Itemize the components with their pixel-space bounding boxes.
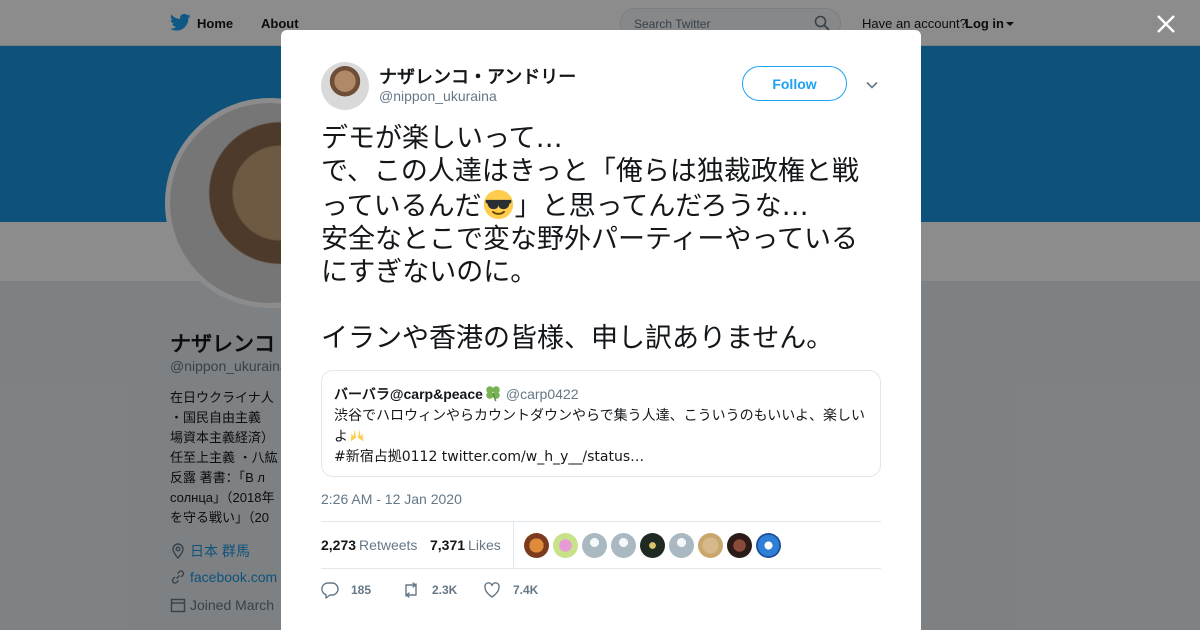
tweet-line: イランや香港の皆様、申し訳ありません。 (321, 323, 834, 354)
quoted-text: 渋谷でハロウィンやらカウントダウンやらで集う人達、こういうのもいいよ、楽しい よ… (334, 406, 869, 467)
like-icon (484, 582, 500, 598)
quoted-author-name: バーバラ@carp&peace (334, 386, 483, 402)
tweet-line: にすぎないのに。 (321, 257, 538, 288)
tweet-line: 安全なとこで変な野外パーティーやっている (321, 224, 859, 255)
tweet-line: で、この人達はきっと「俺らは独裁政権と戦 (321, 156, 859, 187)
author-name[interactable]: ナザレンコ・アンドリー (379, 63, 576, 89)
retweets-count: 2,273 (321, 537, 357, 553)
reply-count: 185 (351, 583, 372, 597)
tweet-line-gap (321, 289, 891, 322)
author-avatar[interactable] (321, 62, 369, 110)
liker-avatar[interactable] (524, 533, 549, 558)
likes-stat[interactable]: 7,371 Likes (430, 537, 501, 553)
quoted-tweet[interactable]: バーバラ@carp&peace @carp0422 渋谷でハロウィンやらカウントダ… (321, 370, 881, 477)
like-count: 7.4K (513, 583, 539, 597)
chevron-down-icon[interactable] (865, 78, 879, 92)
retweets-stat[interactable]: 2,273 Retweets (321, 537, 417, 553)
tweet-line-part: 」と思ってんだろうな… (514, 191, 809, 222)
liker-avatar[interactable] (698, 533, 723, 558)
liker-avatar[interactable] (553, 533, 578, 558)
author-handle[interactable]: @nippon_ukuraina (379, 88, 497, 104)
tweet-line: デモが楽しいって… (321, 123, 563, 154)
retweet-count: 2.3K (432, 583, 458, 597)
quoted-text-line: よ (334, 426, 869, 447)
liker-avatar[interactable] (756, 533, 781, 558)
retweets-label: Retweets (359, 537, 418, 553)
tweet-actions: 185 2.3K 7.4K (321, 578, 881, 602)
tweet-modal: ナザレンコ・アンドリー @nippon_ukuraina Follow デモが楽… (281, 30, 921, 630)
liker-avatar[interactable] (640, 533, 665, 558)
sunglasses-emoji-icon (483, 189, 513, 220)
clover-emoji-icon (486, 386, 500, 402)
quoted-text-part: よ (334, 429, 348, 445)
tweet-line: っているんだ 」と思ってんだろうな… (321, 188, 891, 223)
tweet-timestamp[interactable]: 2:26 AM - 12 Jan 2020 (321, 491, 462, 507)
tweet-text: デモが楽しいって… で、この人達はきっと「俺らは独裁政権と戦 っているんだ 」と思… (321, 122, 891, 355)
quoted-text-line: #新宿占拠0112 twitter.com/w_h_y__/status… (334, 449, 645, 465)
liker-avatar[interactable] (582, 533, 607, 558)
stats-divider (513, 522, 514, 568)
reply-button[interactable]: 185 (321, 578, 381, 602)
tweet-stats: 2,273 Retweets 7,371 Likes (321, 521, 881, 569)
retweet-button[interactable]: 2.3K (402, 578, 472, 602)
retweet-icon (405, 582, 417, 598)
raised-hands-emoji-icon (350, 429, 364, 442)
likes-count: 7,371 (430, 537, 466, 553)
quoted-handle: @carp0422 (505, 386, 579, 402)
follow-button[interactable]: Follow (742, 66, 847, 101)
close-icon[interactable] (1154, 12, 1178, 36)
liker-avatar[interactable] (669, 533, 694, 558)
quoted-text-line: 渋谷でハロウィンやらカウントダウンやらで集う人達、こういうのもいいよ、楽しい (334, 408, 866, 424)
tweet-line-part: っているんだ (321, 191, 482, 222)
quoted-author: バーバラ@carp&peace @carp0422 (334, 384, 578, 404)
likes-label: Likes (468, 537, 501, 553)
liker-avatar[interactable] (611, 533, 636, 558)
like-button[interactable]: 7.4K (483, 578, 553, 602)
reply-icon (321, 582, 339, 599)
liker-avatar[interactable] (727, 533, 752, 558)
